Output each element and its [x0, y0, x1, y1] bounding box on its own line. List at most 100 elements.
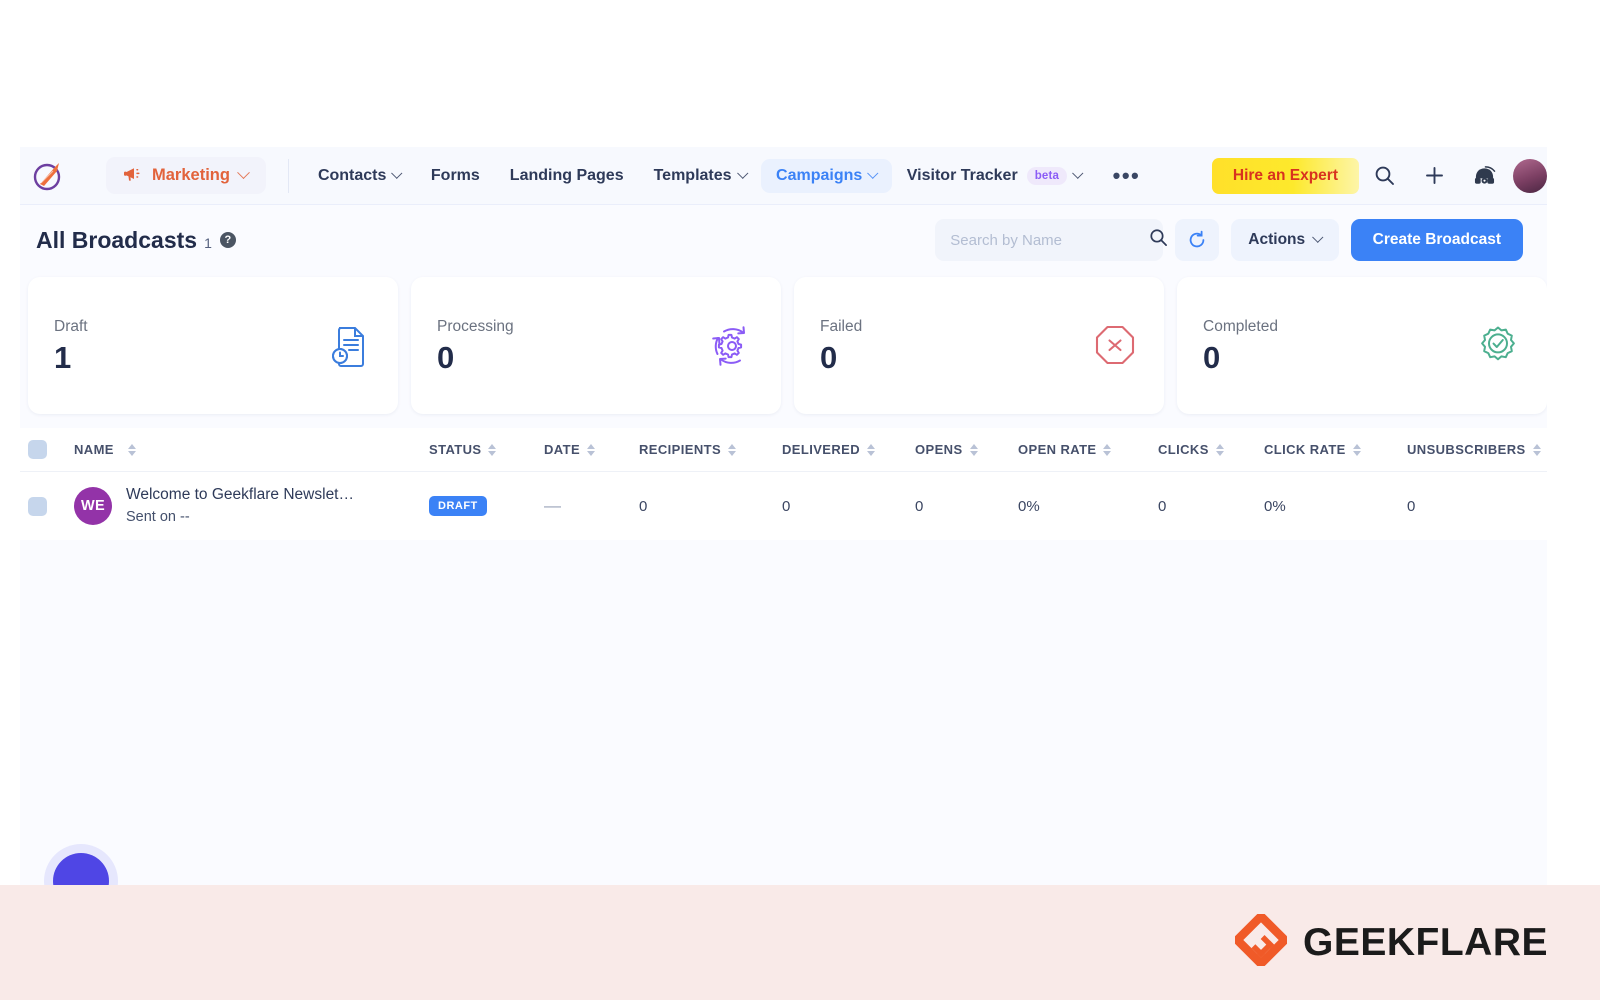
page-title-text: All Broadcasts [36, 226, 198, 253]
stat-card-processing[interactable]: Processing 0 [411, 277, 781, 414]
screenshot-root: Marketing Contacts Forms Landing Pages T… [0, 0, 1600, 1000]
create-broadcast-button[interactable]: Create Broadcast [1350, 219, 1523, 261]
geekflare-rocket-logo-icon[interactable] [28, 156, 68, 196]
cell-opens: 0 [915, 497, 924, 515]
sort-icon[interactable] [127, 443, 136, 456]
chevron-down-icon [867, 167, 879, 178]
column-header-unsubscribers[interactable]: Unsubscribers [1407, 442, 1547, 457]
table-row[interactable]: WE Welcome to Geekflare Newslet… Sent on… [20, 472, 1547, 540]
stat-value: 0 [820, 340, 838, 375]
column-header-name[interactable]: Name [74, 442, 429, 457]
nav-item-visitor-tracker[interactable]: Visitor Tracker beta [892, 159, 1097, 193]
top-nav-right-actions: Hire an Expert [1211, 156, 1547, 196]
stat-label: Completed [1203, 318, 1278, 335]
nav-overflow-button[interactable]: ••• [1097, 164, 1157, 186]
badge-check-icon [1475, 323, 1521, 369]
column-header-delivered[interactable]: Delivered [782, 442, 915, 457]
stat-card-failed[interactable]: Failed 0 [794, 277, 1164, 414]
sort-icon[interactable] [728, 443, 737, 456]
hire-an-expert-button[interactable]: Hire an Expert [1211, 157, 1359, 194]
broadcast-count: 1 [204, 234, 212, 251]
nav-item-templates[interactable]: Templates [639, 159, 761, 193]
chevron-down-icon [1312, 231, 1324, 243]
nav-label: Forms [430, 166, 480, 184]
search-box[interactable] [935, 219, 1168, 261]
column-header-open-rate[interactable]: Open Rate [1018, 442, 1158, 457]
search-input[interactable] [950, 231, 1150, 249]
stat-card-completed[interactable]: Completed 0 [1177, 277, 1547, 414]
nav-label: Templates [653, 166, 732, 184]
chevron-down-icon [736, 167, 748, 178]
stat-label: Processing [437, 318, 514, 335]
avatar: WE [74, 486, 112, 525]
nav-label: Contacts [317, 166, 387, 184]
plus-icon[interactable] [1409, 156, 1459, 196]
sort-icon[interactable] [1215, 443, 1224, 456]
workspace-switcher-marketing[interactable]: Marketing [106, 157, 266, 194]
gear-sync-icon [709, 323, 755, 369]
column-header-recipients[interactable]: Recipients [639, 442, 782, 457]
geekflare-logo: GEEKFLARE [1231, 910, 1548, 971]
column-label: Clicks [1158, 442, 1209, 457]
nav-item-forms[interactable]: Forms [416, 159, 495, 193]
phone-support-icon[interactable] [1459, 156, 1509, 196]
sort-icon[interactable] [969, 443, 978, 456]
column-label: Unsubscribers [1407, 442, 1526, 457]
nav-label: Landing Pages [509, 166, 624, 184]
sort-icon[interactable] [488, 443, 497, 456]
column-label: Date [544, 442, 581, 457]
column-header-status[interactable]: Status [429, 442, 544, 457]
actions-dropdown-button[interactable]: Actions [1231, 219, 1339, 261]
select-all-checkbox[interactable] [28, 440, 47, 459]
sort-icon[interactable] [1532, 443, 1541, 456]
table-header-row: Name Status Date Recipients Delivered [20, 428, 1547, 472]
document-clock-icon [326, 323, 372, 369]
column-header-clicks[interactable]: Clicks [1158, 442, 1264, 457]
refresh-button[interactable] [1175, 219, 1220, 261]
column-label: Status [429, 442, 482, 457]
table-empty-area [20, 540, 1547, 826]
cell-status: DRAFT [429, 496, 544, 516]
column-label: Recipients [639, 442, 722, 457]
search-icon[interactable] [1359, 156, 1409, 196]
row-checkbox-cell [28, 496, 74, 516]
workspace-label: Marketing [152, 166, 230, 184]
geekflare-diamond-logo-icon [1231, 910, 1291, 971]
stat-label: Failed [820, 318, 863, 335]
page-header-actions: Actions Create Broadcast [935, 219, 1523, 261]
stat-value: 0 [437, 340, 455, 375]
stat-label: Draft [54, 318, 88, 335]
footer-branding: GEEKFLARE [0, 885, 1600, 1000]
column-label: Opens [915, 442, 963, 457]
search-icon[interactable] [1149, 228, 1168, 252]
user-avatar[interactable] [1513, 158, 1547, 193]
page-header: All Broadcasts 1 ? Search by Name Action… [20, 205, 1547, 271]
nav-item-contacts[interactable]: Contacts [303, 159, 416, 193]
chat-support-button[interactable] [53, 853, 109, 885]
sort-icon[interactable] [867, 443, 876, 456]
column-header-date[interactable]: Date [544, 442, 639, 457]
help-icon[interactable]: ? [219, 232, 236, 248]
cell-name[interactable]: WE Welcome to Geekflare Newslet… Sent on… [74, 484, 429, 527]
geekflare-wordmark: GEEKFLARE [1302, 920, 1548, 964]
row-checkbox[interactable] [28, 496, 47, 516]
broadcast-name[interactable]: Welcome to Geekflare Newslet… [126, 484, 354, 506]
sort-icon[interactable] [1103, 443, 1112, 456]
stat-card-draft[interactable]: Draft 1 [28, 277, 398, 414]
column-label: Delivered [782, 442, 861, 457]
column-header-click-rate[interactable]: Click Rate [1264, 442, 1407, 457]
primary-nav-items: Contacts Forms Landing Pages Templates C… [303, 158, 1157, 193]
status-badge: DRAFT [429, 496, 487, 516]
cell-date: — [544, 496, 561, 515]
broadcast-sent-on: Sent on -- [126, 508, 190, 525]
chevron-down-icon [1072, 167, 1084, 178]
sort-icon[interactable] [587, 443, 596, 456]
stat-value: 0 [1203, 340, 1221, 375]
stat-cards: Draft 1 Processing 0 Failed 0 Completed … [20, 271, 1547, 414]
column-header-opens[interactable]: Opens [915, 442, 1018, 457]
sort-icon[interactable] [1352, 443, 1361, 456]
nav-item-landing-pages[interactable]: Landing Pages [495, 159, 639, 193]
cell-recipients: 0 [639, 497, 648, 515]
octagon-x-icon [1092, 323, 1138, 369]
nav-item-campaigns[interactable]: Campaigns [761, 158, 892, 193]
